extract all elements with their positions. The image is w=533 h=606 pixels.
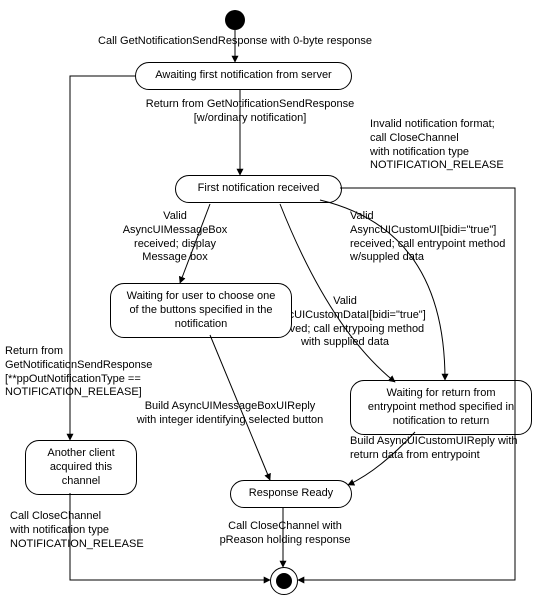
edge-label-start: Call GetNotificationSendResponse with 0-… — [85, 35, 385, 49]
state-first-received: First notification received — [175, 175, 342, 203]
state-waiting-user: Waiting for user to choose one of the bu… — [110, 283, 292, 338]
state-label: Awaiting first notification from server — [155, 69, 331, 81]
edge-label-invalid-format: Invalid notification format; call CloseC… — [370, 118, 530, 173]
state-label: Waiting for user to choose one of the bu… — [127, 290, 276, 330]
state-waiting-entrypoint: Waiting for return from entrypoint metho… — [350, 380, 532, 435]
edge-label-return-release: Return from GetNotificationSendResponse … — [5, 345, 170, 400]
edge-label-valid-customui: Valid AsyncUICustomUI[bidi="true"] recei… — [350, 210, 530, 265]
state-label: First notification received — [198, 182, 320, 194]
initial-state-icon — [225, 10, 245, 30]
edge-label-valid-msgbox: Valid AsyncUIMessageBox received; displa… — [115, 210, 235, 265]
state-response-ready: Response Ready — [230, 480, 352, 508]
state-label: Another client acquired this channel — [47, 447, 114, 487]
edge-label-return-ordinary: Return from GetNotificationSendResponse … — [140, 98, 360, 126]
state-label: Waiting for return from entrypoint metho… — [368, 387, 514, 427]
edge-label-close-preason: Call CloseChannel with pReason holding r… — [210, 520, 360, 548]
edge-label-build-customui-reply: Build AsyncUICustomUIReply with return d… — [350, 435, 530, 463]
state-awaiting-first: Awaiting first notification from server — [135, 62, 352, 90]
state-label: Response Ready — [249, 487, 333, 499]
state-another-client: Another client acquired this channel — [25, 440, 137, 495]
edge-label-build-msgbox-reply: Build AsyncUIMessageBoxUIReply with inte… — [120, 400, 340, 428]
edge-label-close-release: Call CloseChannel with notification type… — [10, 510, 155, 551]
final-state-icon — [270, 567, 298, 595]
final-state-inner-icon — [276, 573, 292, 589]
